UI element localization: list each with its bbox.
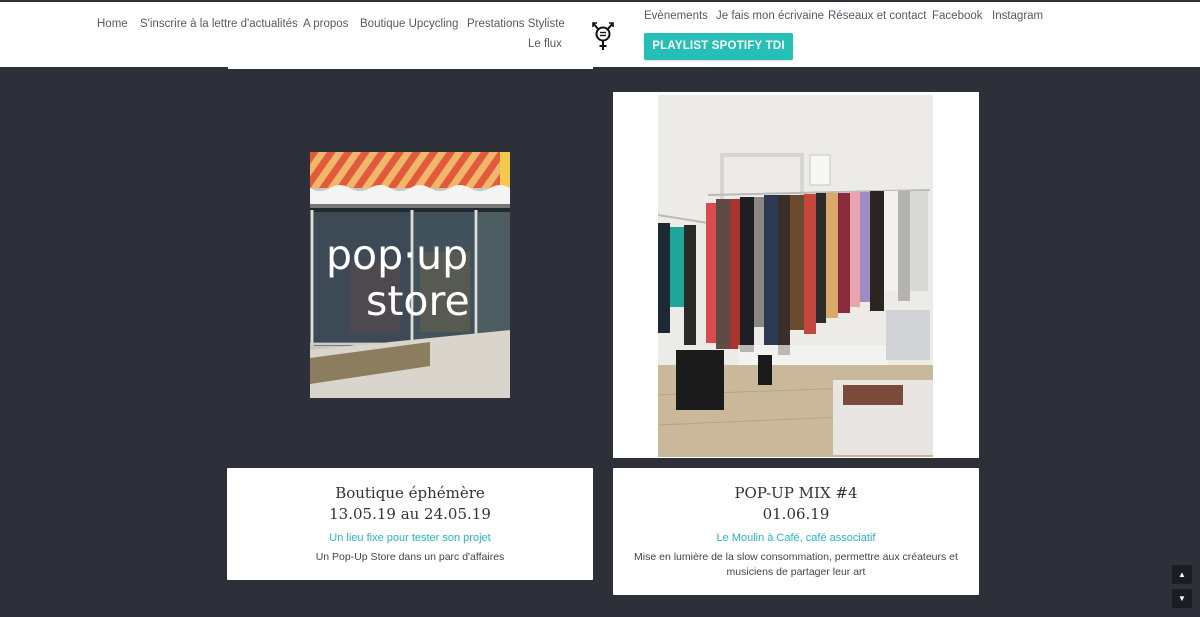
nav-feed[interactable]: Le flux [528,38,562,50]
nav-instagram[interactable]: Instagram [992,10,1043,22]
nav-stylist-services[interactable]: Prestations Styliste [467,18,565,30]
event-description: Mise en lumière de la slow consommation,… [634,551,958,578]
popup-store-sign-line2: store [366,277,470,325]
event-card-popup-mix[interactable]: POP-UP MIX #4 01.06.19 Le Moulin à Café,… [613,468,979,595]
event-title[interactable]: POP-UP MIX #4 [613,483,979,504]
nav-newsletter[interactable]: S'inscrire à la lettre d'actualités [140,18,298,30]
nav-writer[interactable]: Je fais mon écrivaine [716,10,824,22]
nav-home[interactable]: Home [97,18,128,30]
nav-events[interactable]: Evènements [644,10,708,22]
previous-card-edge [228,67,593,69]
event-subtitle-link[interactable]: Le Moulin à Café, café associatif [613,532,979,544]
nav-social-contact[interactable]: Réseaux et contact [828,10,926,22]
transgender-symbol-icon[interactable] [590,20,616,52]
nav-about[interactable]: A propos [303,18,348,30]
nav-upcycling-shop[interactable]: Boutique Upcycling [360,18,458,30]
event-title[interactable]: Boutique éphémère [227,483,593,504]
event-date: 01.06.19 [762,505,830,523]
event-subtitle-link[interactable]: Un lieu fixe pour tester son projet [227,532,593,544]
event-description: Un Pop-Up Store dans un parc d'affaires [315,551,505,563]
popup-store-image[interactable]: pop·up store [310,152,510,398]
clothes-rack-image[interactable] [658,95,933,457]
event-date: 13.05.19 au 24.05.19 [329,505,491,523]
spotify-playlist-button[interactable]: PLAYLIST SPOTIFY TDI [644,33,793,60]
event-card-boutique[interactable]: Boutique éphémère 13.05.19 au 24.05.19 U… [227,468,593,580]
nav-facebook[interactable]: Facebook [932,10,983,22]
arrow-up-icon[interactable]: ▲ [1172,565,1192,584]
popup-store-sign-line1: pop·up [326,231,468,279]
arrow-down-icon[interactable]: ▼ [1172,589,1192,608]
site-header: Home S'inscrire à la lettre d'actualités… [0,0,1200,67]
